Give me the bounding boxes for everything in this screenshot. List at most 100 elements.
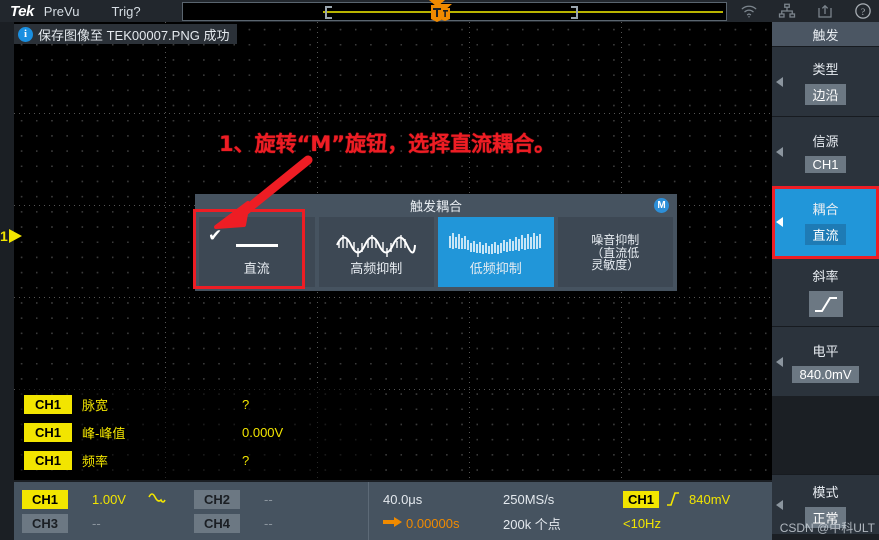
ch1-marker-number: 1 [0, 228, 8, 244]
sample-rate-value: 250MS/s [503, 491, 555, 507]
coupling-option-dc-label: 直流 [243, 261, 270, 277]
channel-chip-ch1[interactable]: CH1 [22, 489, 68, 509]
coupling-option-hf-reject[interactable]: 高频抑制 [318, 217, 434, 287]
channel-chip-ch2[interactable]: CH2 [194, 489, 240, 509]
channel-row-1: CH1 1.00V CH2 -- [22, 487, 368, 511]
chevron-left-icon [776, 76, 783, 87]
ch1-position-marker[interactable]: 1 [0, 228, 23, 244]
sidebar-item-slope-label: 斜率 [812, 269, 839, 284]
measurement-name: 峰-峰值 [82, 426, 126, 441]
acquisition-row-1: 40.0μs 250MS/s CH1 840mV [383, 487, 772, 511]
network-icon[interactable] [777, 2, 797, 20]
coupling-option-noise-reject-label: 噪音抑制 [591, 233, 640, 248]
trigger-position-icon [383, 517, 402, 527]
grid-line-h [14, 297, 772, 298]
measurement-row[interactable]: CH1 频率 ? [16, 447, 376, 474]
horizontal-position-value: 0.00000s [406, 515, 460, 531]
channel-chip-ch3[interactable]: CH3 [22, 513, 68, 533]
measurement-row[interactable]: CH1 峰-峰值 0.000V [16, 419, 376, 446]
noisy-wave-icon [447, 230, 545, 260]
sine-wave-icon [334, 230, 418, 260]
prevu-label: PreVu [43, 3, 80, 19]
bottom-status-bar: CH1 1.00V CH2 -- CH3 -- CH4 -- 40.0μs 25… [14, 482, 772, 540]
measurement-name: 脉宽 [82, 398, 109, 413]
oscilloscope-screen: Tek PreVu Trig? ? 1 i 保存图像至 TEK00007.PNG… [0, 0, 879, 540]
sidebar-spacer [772, 396, 879, 474]
waveform-overview-bar[interactable] [182, 2, 727, 21]
record-length-value: 200k 个点 [503, 516, 561, 532]
channel-scale-ch4: -- [264, 515, 273, 531]
measurement-channel-chip: CH1 [24, 423, 72, 442]
top-icon-group: ? [739, 0, 873, 22]
save-status-text: 保存图像至 TEK00007.PNG 成功 [38, 27, 230, 43]
coupling-option-noise-reject[interactable]: 噪音抑制 （直流低 灵敏度） [557, 217, 673, 287]
trigger-frequency-value: <10Hz [623, 515, 661, 531]
timebase-value: 40.0μs [383, 491, 423, 507]
csdn-watermark: CSDN @中科ULT [779, 521, 875, 535]
sidebar-item-type[interactable]: 类型 边沿 [772, 46, 879, 116]
channel-chip-ch4[interactable]: CH4 [194, 513, 240, 533]
sidebar-item-level[interactable]: 电平 840.0mV [772, 326, 879, 396]
usb-eject-icon[interactable] [815, 2, 835, 20]
acquisition-status-group: 40.0μs 250MS/s CH1 840mV 0.00000s 200k 个… [369, 482, 772, 540]
trigger-position-marker[interactable] [429, 0, 445, 22]
coupling-option-hf-reject-label: 高频抑制 [350, 261, 403, 277]
rising-slope-icon [667, 492, 680, 506]
channel-cell-ch2: CH2 -- [194, 489, 320, 509]
dc-line-icon [235, 230, 278, 260]
annotation-text: 1、旋转“M”旋钮，选择直流耦合。 [219, 132, 556, 156]
overview-bracket-right [571, 6, 578, 19]
chevron-left-icon [776, 216, 783, 227]
sidebar-item-type-label: 类型 [812, 61, 839, 77]
measurement-value: 0.000V [242, 425, 284, 440]
save-status-banner: i 保存图像至 TEK00007.PNG 成功 [14, 24, 238, 44]
measurement-name: 频率 [82, 454, 109, 469]
measurement-value: ? [242, 397, 250, 412]
wifi-icon[interactable] [739, 2, 759, 20]
channel-row-2: CH3 -- CH4 -- [22, 511, 368, 535]
measurement-row[interactable]: CH1 脉宽 ? [16, 391, 376, 418]
channel-status-group: CH1 1.00V CH2 -- CH3 -- CH4 -- [14, 482, 369, 540]
sidebar-item-coupling[interactable]: 耦合 直流 [772, 186, 879, 256]
overview-bracket-left [325, 6, 332, 19]
coupling-option-lf-reject[interactable]: 低频抑制 [438, 217, 554, 287]
svg-text:?: ? [861, 7, 865, 18]
channel-cell-ch4: CH4 -- [194, 513, 320, 533]
tek-logo: Tek [10, 2, 34, 20]
help-icon[interactable]: ? [853, 2, 873, 20]
coupling-option-lf-reject-label: 低频抑制 [469, 261, 522, 277]
sidebar-item-level-value: 840.0mV [792, 365, 859, 383]
annotation-arrow-icon [214, 155, 313, 229]
sidebar-item-source[interactable]: 信源 CH1 [772, 116, 879, 186]
sidebar-item-level-label: 电平 [812, 343, 839, 359]
trigger-source-chip[interactable]: CH1 [623, 490, 660, 508]
channel-marker-arrow-icon [8, 229, 22, 243]
channel-scale-ch1: 1.00V [92, 491, 126, 507]
channel-scale-ch2: -- [264, 491, 273, 507]
trigger-state-label: Trig? [111, 3, 141, 19]
trigger-level-value: 840mV [689, 491, 731, 507]
sidebar-item-source-label: 信源 [812, 133, 839, 149]
chevron-left-icon [776, 146, 783, 157]
sidebar-item-type-value: 边沿 [805, 83, 846, 105]
channel-scale-ch3: -- [92, 515, 101, 531]
trigger-sidebar: 触发 类型 边沿 信源 CH1 耦合 直流 斜率 电平 840.0mV 模式 正… [772, 22, 879, 540]
chevron-left-icon [776, 499, 783, 510]
sidebar-item-mode-label: 模式 [812, 484, 839, 500]
sidebar-item-slope[interactable]: 斜率 [772, 256, 879, 326]
chevron-left-icon [776, 356, 783, 367]
rising-edge-icon [808, 291, 843, 317]
coupling-option-noise-reject-label3: 灵敏度） [591, 258, 640, 273]
measurement-panel: CH1 脉宽 ? CH1 峰-峰值 0.000V CH1 频率 ? [16, 387, 376, 478]
measurement-value: ? [242, 453, 250, 468]
horizontal-position-cell: 0.00000s [383, 516, 503, 531]
multipurpose-knob-badge[interactable]: M [654, 198, 669, 213]
grid-line-h [14, 113, 772, 114]
sidebar-header: 触发 [772, 22, 879, 46]
measurement-channel-chip: CH1 [24, 395, 72, 414]
measurement-channel-chip: CH1 [24, 451, 72, 470]
info-icon: i [18, 26, 33, 42]
ac-coupling-icon [148, 493, 166, 503]
overview-trace [323, 11, 723, 13]
sidebar-item-source-value: CH1 [805, 155, 846, 173]
